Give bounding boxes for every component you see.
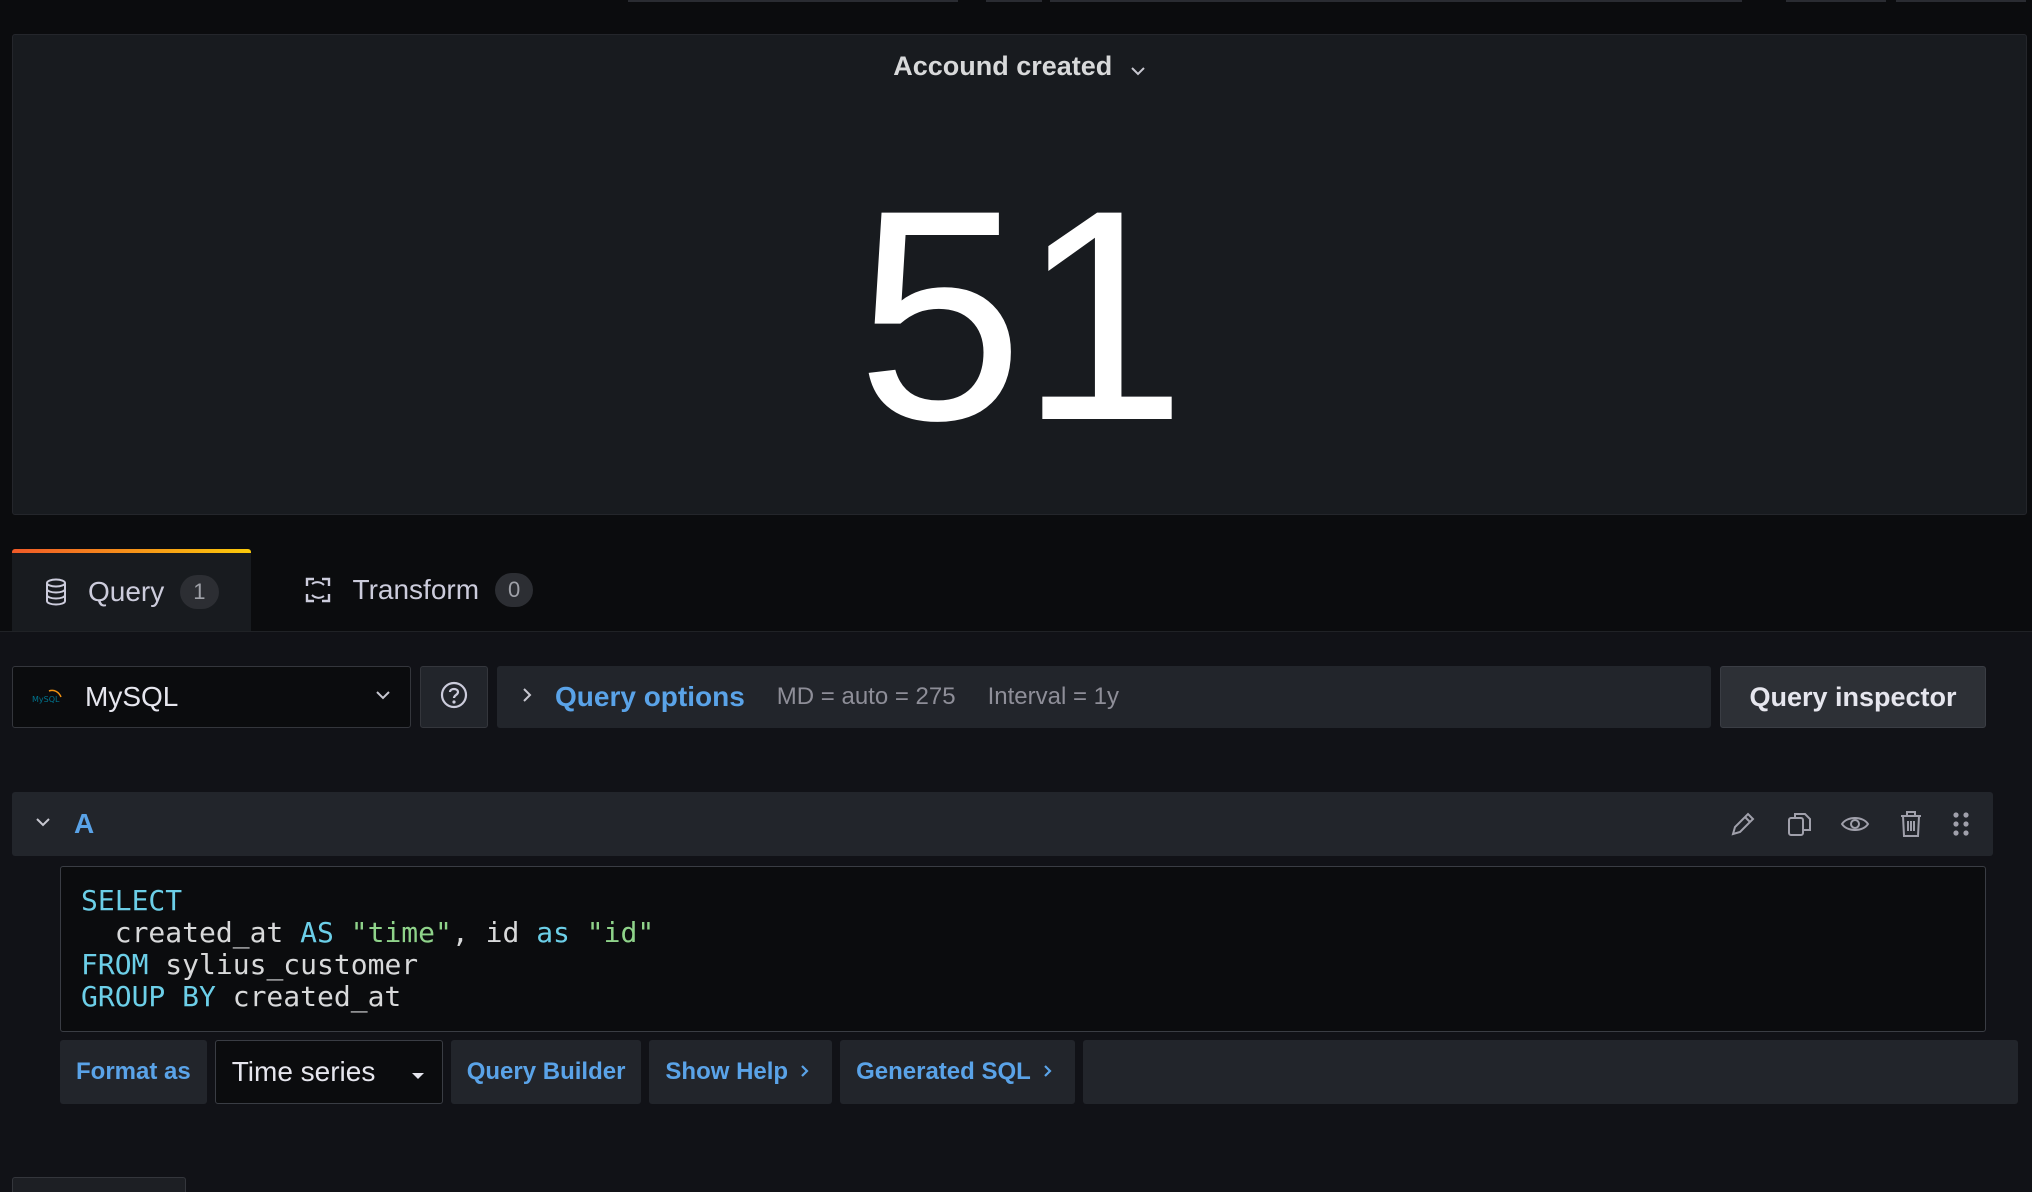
query-editor: MySQL MySQL Query options MD = auto = 27… [0,631,2032,1192]
show-help-button[interactable]: Show Help [649,1040,833,1104]
transform-icon [303,575,333,605]
trash-icon[interactable] [1895,808,1927,840]
sql-string: "id" [586,916,655,949]
stat-value: 51 [856,147,1187,483]
generated-sql-button[interactable]: Generated SQL [840,1040,1075,1104]
tab-query-count: 1 [180,575,219,609]
query-ref-id[interactable]: A [74,808,94,840]
chevron-down-icon[interactable] [34,815,52,833]
sql-keyword: as [536,916,570,949]
toolbar-segment [1816,0,1886,2]
chevron-right-icon [521,686,533,709]
format-as-label: Format as [60,1040,207,1104]
format-select[interactable]: Time series [214,1040,443,1104]
datasource-name: MySQL [85,681,179,712]
tab-transform[interactable]: Transform 0 [251,549,566,631]
panel-title[interactable]: Accound created [893,51,1112,81]
sql-text: created_at [215,980,402,1013]
edit-icon[interactable] [1727,808,1759,840]
question-circle-icon [439,680,469,715]
query-row-header: A [12,792,1993,856]
caret-down-icon [410,1056,426,1088]
toolbar-segment [628,0,958,2]
panel-title-menu[interactable]: Accound created [13,51,2026,83]
query-row-actions [1727,792,1971,856]
sql-text: created_at [81,916,301,949]
mysql-logo: MySQL [31,687,65,707]
sql-keyword: FROM [81,948,149,981]
sql-code-editor[interactable]: SELECT created_at AS "time", id as "id" … [60,866,1986,1032]
datasource-picker[interactable]: MySQL MySQL [12,666,411,728]
toolbar-segment [986,0,1042,2]
drag-handle-icon[interactable] [1951,808,1971,840]
sql-text: sylius_customer [148,948,419,981]
sql-string: "time" [350,916,452,949]
sql-text: , id [451,916,537,949]
stat-panel: Accound created 51 [12,34,2027,515]
sql-keyword: AS [300,916,334,949]
query-options-label[interactable]: Query options [555,681,745,713]
chevron-right-icon [1043,1058,1053,1086]
query-inspector-button[interactable]: Query inspector [1720,666,1986,728]
tab-transform-label: Transform [352,574,480,605]
tab-query[interactable]: Query 1 [12,549,251,631]
tab-transform-count: 0 [495,573,534,607]
add-query-button-edge[interactable] [12,1177,186,1192]
duplicate-icon[interactable] [1783,808,1815,840]
sql-keyword: SELECT [81,884,183,917]
collapse-query-toggle[interactable] [12,815,74,833]
query-options-interval: Interval = 1y [987,683,1119,710]
sql-keyword: GROUP BY [81,980,216,1013]
query-footer-toolbar: Format as Time series Query Builder Show… [60,1040,2018,1104]
top-toolbar-edge [0,0,2032,6]
generated-sql-label: Generated SQL [856,1058,1031,1085]
toolbar-segment [1896,0,2026,2]
chevron-down-icon [374,688,392,706]
datasource-help-button[interactable] [420,666,488,728]
svg-text:MySQL: MySQL [32,695,60,704]
format-select-value: Time series [231,1056,376,1087]
database-icon [44,578,68,606]
toolbar-segment [1050,0,1742,2]
chevron-right-icon [800,1058,810,1086]
show-help-label: Show Help [665,1058,789,1085]
chevron-down-icon[interactable] [1130,52,1146,83]
tab-query-label: Query [88,576,165,607]
editor-tabs: Query 1 Transform 0 [12,549,565,631]
query-options-toggle[interactable]: Query options MD = auto = 275 Interval =… [497,666,1711,728]
query-options-md: MD = auto = 275 [776,683,956,710]
eye-icon[interactable] [1839,808,1871,840]
query-builder-button[interactable]: Query Builder [450,1040,642,1104]
footer-filler [1082,1040,2018,1104]
